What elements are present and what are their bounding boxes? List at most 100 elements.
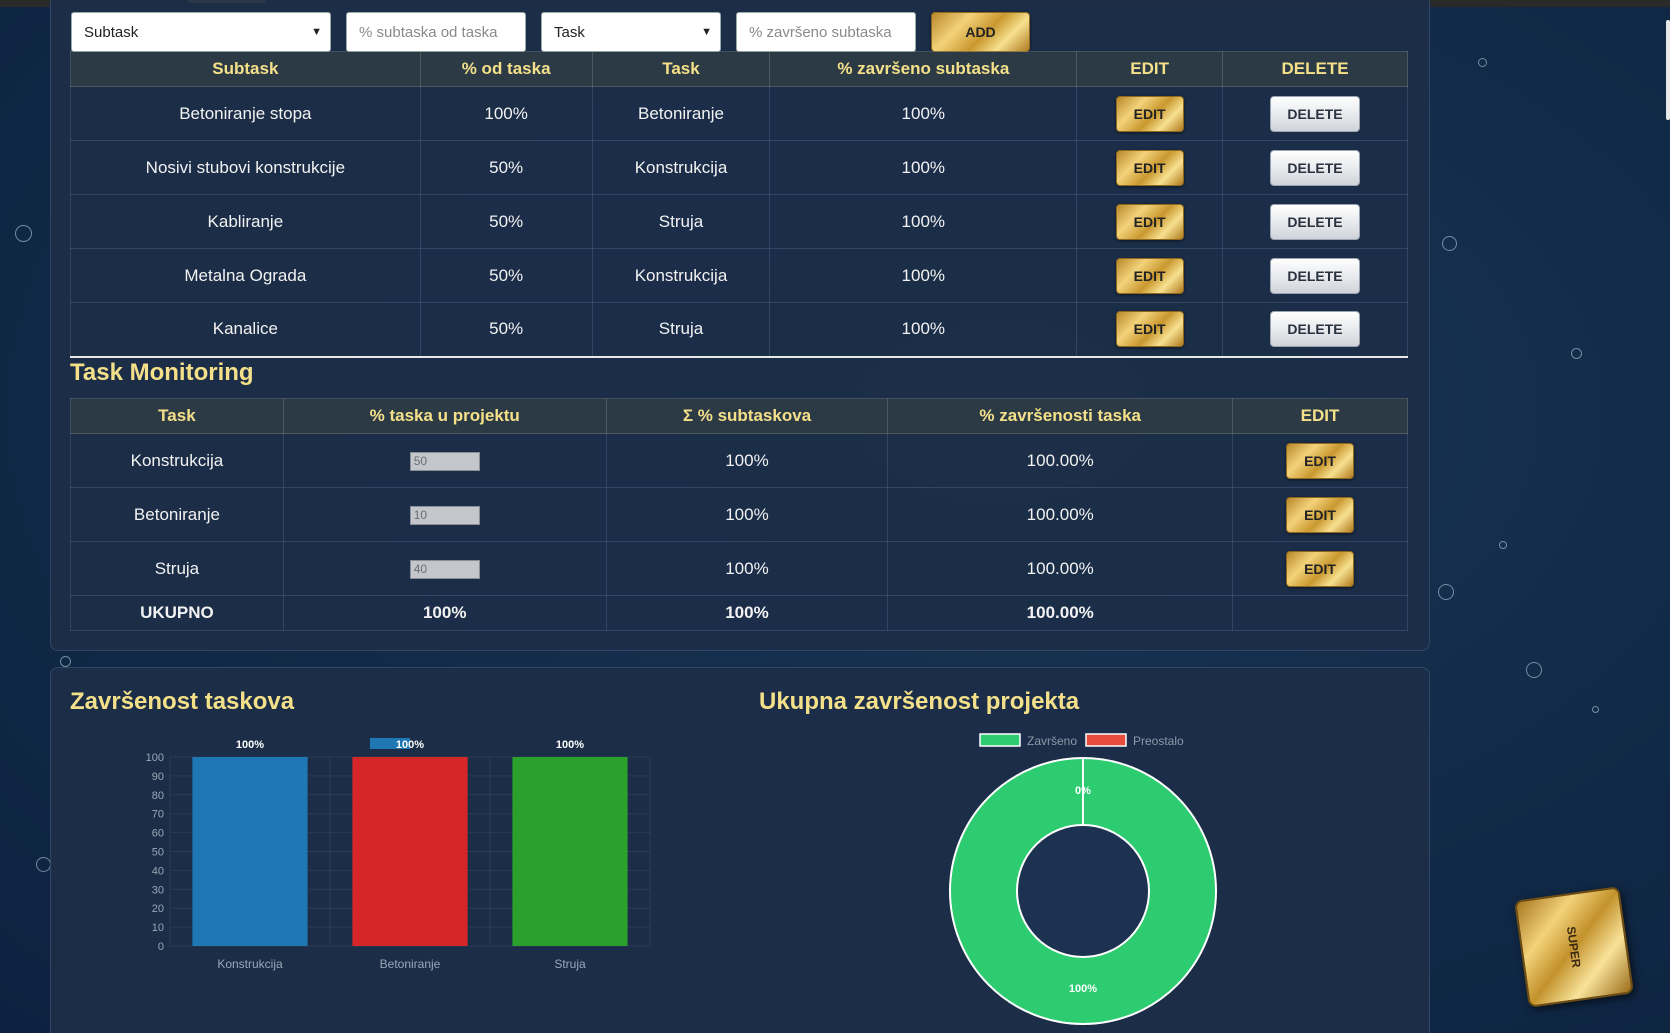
task-name: Struja [70, 541, 284, 596]
y-tick-label: 40 [152, 865, 164, 877]
y-tick-label: 70 [152, 809, 164, 821]
task-completion: 100.00% [887, 541, 1234, 596]
bubble-decoration [1526, 662, 1542, 678]
y-tick-label: 50 [152, 847, 164, 859]
subtask-select-value: Subtask [84, 23, 139, 41]
table-header-row: Task % taska u projektu Σ % subtaskova %… [70, 398, 1408, 434]
subtask-done: 100% [769, 248, 1078, 303]
edit-button[interactable]: EDIT [1115, 149, 1184, 186]
task-name: Betoniranje [70, 487, 284, 542]
x-tick-label: Betoniranje [380, 957, 441, 971]
task-select[interactable]: Task ▼ [541, 12, 721, 52]
task-monitoring-table: Task % taska u projektu Σ % subtaskova %… [70, 398, 1408, 631]
edit-button[interactable]: EDIT [1115, 203, 1184, 240]
edit-button[interactable]: EDIT [1286, 496, 1355, 533]
add-button[interactable]: ADD [931, 12, 1030, 52]
bubble-decoration [1592, 706, 1599, 713]
subtask-pct: 50% [419, 140, 593, 195]
y-tick-label: 100 [146, 752, 164, 764]
bar-chart-title: Završenost taskova [70, 688, 295, 715]
data-label: 100% [1069, 983, 1097, 995]
subtask-task: Struja [591, 302, 771, 357]
total-completion: 100.00% [887, 595, 1234, 631]
table-header-row: Subtask % od taska Task % završeno subta… [70, 51, 1408, 87]
column-header: EDIT [1232, 398, 1408, 434]
y-tick-label: 10 [152, 922, 164, 934]
y-tick-label: 0 [158, 941, 164, 953]
column-header: EDIT [1076, 51, 1224, 87]
subtask-pct: 50% [419, 248, 593, 303]
delete-button[interactable]: DELETE [1270, 149, 1361, 186]
column-header: Task [591, 51, 771, 87]
subtask-name: Metalna Ograda [70, 248, 421, 303]
column-header: % završenosti taska [887, 398, 1234, 434]
bar [512, 757, 628, 946]
data-label: 100% [556, 739, 584, 751]
y-tick-label: 20 [152, 903, 164, 915]
delete-button[interactable]: DELETE [1270, 95, 1361, 132]
bubble-decoration [36, 857, 51, 872]
task-completion: 100.00% [887, 433, 1234, 488]
subtask-select[interactable]: Subtask ▼ [71, 12, 331, 52]
edit-button[interactable]: EDIT [1115, 95, 1184, 132]
total-sum-subtasks: 100% [605, 595, 889, 631]
delete-button[interactable]: DELETE [1270, 257, 1361, 294]
edit-button[interactable]: EDIT [1115, 311, 1184, 348]
subtask-pct: 100% [419, 86, 593, 141]
subtask-task: Betoniranje [591, 86, 771, 141]
bubble-decoration [60, 656, 71, 667]
pct-subtask-input[interactable]: % subtaska od taska [346, 12, 526, 52]
table-row: Nosivi stubovi konstrukcije 50% Konstruk… [70, 140, 1408, 195]
pct-done-placeholder: % završeno subtaska [749, 23, 892, 41]
bubble-decoration [1442, 236, 1457, 251]
edit-button[interactable]: EDIT [1286, 550, 1355, 587]
super-button[interactable]: SUPER [1514, 886, 1634, 1008]
chevron-down-icon: ▼ [311, 26, 322, 38]
donut-chart-title: Ukupna završenost projekta [759, 688, 1080, 715]
task-pct-input[interactable]: 50 [409, 451, 480, 471]
pct-done-input[interactable]: % završeno subtaska [736, 12, 916, 52]
subtask-done: 100% [769, 140, 1078, 195]
column-header: Task [70, 398, 284, 434]
task-name: Konstrukcija [70, 433, 284, 488]
super-button-label: SUPER [1564, 925, 1584, 969]
y-tick-label: 80 [152, 790, 164, 802]
table-row: Konstrukcija 50 100% 100.00% EDIT [70, 433, 1408, 488]
edit-button[interactable]: EDIT [1115, 257, 1184, 294]
table-row: Kanalice 50% Struja 100% EDIT DELETE [70, 302, 1408, 357]
delete-button[interactable]: DELETE [1270, 311, 1361, 348]
subtask-done: 100% [769, 302, 1078, 357]
task-sum-subtasks: 100% [605, 433, 889, 488]
y-tick-label: 30 [152, 884, 164, 896]
edit-button[interactable]: EDIT [1286, 442, 1355, 479]
subtask-table: Subtask % od taska Task % završeno subta… [70, 51, 1408, 358]
chevron-down-icon: ▼ [701, 26, 712, 38]
task-completion: 100.00% [887, 487, 1234, 542]
task-select-value: Task [554, 23, 585, 41]
total-label: UKUPNO [70, 595, 284, 631]
subtask-task: Konstrukcija [591, 248, 771, 303]
total-pct: 100% [282, 595, 607, 631]
subtask-name: Betoniranje stopa [70, 86, 421, 141]
subtask-done: 100% [769, 86, 1078, 141]
table-row: Metalna Ograda 50% Konstrukcija 100% EDI… [70, 248, 1408, 303]
subtask-name: Kabliranje [70, 194, 421, 249]
table-row: Kabliranje 50% Struja 100% EDIT DELETE [70, 194, 1408, 249]
bar [352, 757, 468, 946]
task-pct-input[interactable]: 40 [409, 559, 480, 579]
subtask-task: Struja [591, 194, 771, 249]
column-header: % taska u projektu [282, 398, 607, 434]
data-label: 100% [396, 739, 424, 751]
bar-chart: 0 10 20 30 40 50 60 70 80 90 100 100% Konstrukcija 10… [146, 738, 651, 971]
column-header: DELETE [1222, 51, 1408, 87]
data-label: 100% [236, 739, 264, 751]
column-header: Σ % subtaskova [605, 398, 889, 434]
total-row: UKUPNO 100% 100% 100.00% [70, 595, 1408, 631]
column-header: Subtask [70, 51, 421, 87]
donut-hole [1016, 824, 1150, 958]
table-row: Betoniranje 10 100% 100.00% EDIT [70, 487, 1408, 542]
scrollbar[interactable] [1666, 20, 1670, 120]
task-pct-input[interactable]: 10 [409, 505, 480, 525]
subtask-task: Konstrukcija [591, 140, 771, 195]
delete-button[interactable]: DELETE [1270, 203, 1361, 240]
